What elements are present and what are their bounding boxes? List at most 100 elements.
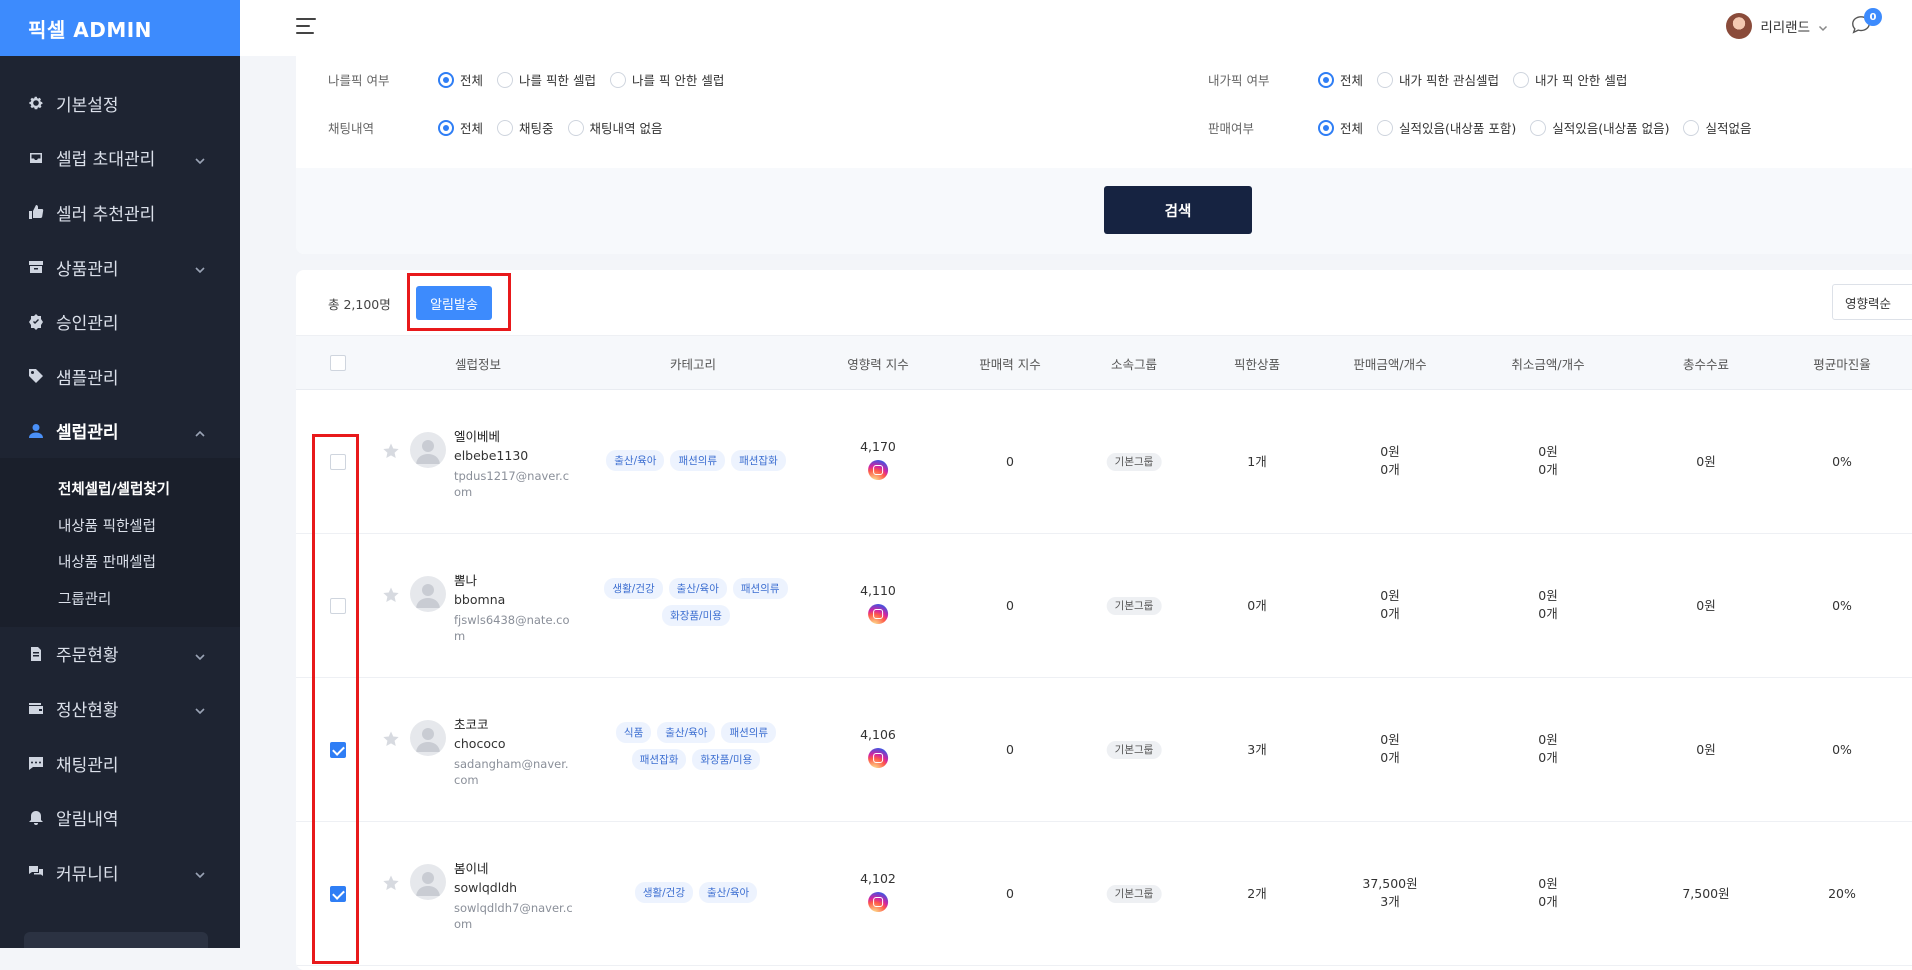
filter-label: 나를픽 여부 xyxy=(328,73,390,88)
avatar xyxy=(410,864,446,900)
filter-panel: 나를픽 여부 전체 나를 픽한 셀럽 나를 픽 안한 셀럽 내가픽 여부 전체 … xyxy=(296,56,1912,254)
chevron-down-icon xyxy=(194,152,206,165)
celeb-id: elbebe1130 xyxy=(454,448,529,463)
sales-index: 0 xyxy=(1006,886,1014,901)
row-checkbox[interactable] xyxy=(330,454,346,470)
filter-label: 판매여부 xyxy=(1208,121,1255,136)
sales-amount: 0원 0개 xyxy=(1380,588,1400,621)
column-header: 평균마진율 xyxy=(1813,357,1871,372)
sidebar-item-basic-settings[interactable]: 기본설정 xyxy=(0,76,240,131)
column-header: 판매력 지수 xyxy=(979,357,1041,372)
radio-option[interactable]: 내가 픽한 관심셀럽 xyxy=(1377,70,1499,89)
celeb-name[interactable]: 초코코 xyxy=(454,714,489,733)
radio-option[interactable]: 내가 픽 안한 셀럽 xyxy=(1512,70,1627,89)
radio-option[interactable]: 채팅중 xyxy=(497,118,554,137)
sales-amount: 0원 0개 xyxy=(1380,444,1400,477)
inbox-icon xyxy=(28,150,44,166)
row-checkbox[interactable] xyxy=(330,886,346,902)
sidebar-item-samples[interactable]: 샘플관리 xyxy=(0,349,240,404)
sidebar-item-settlement[interactable]: 정산현황 xyxy=(0,681,240,736)
filter-sales-status: 판매여부 전체 실적있음(내상품 포함) 실적있음(내상품 없음) 실적없음 xyxy=(1208,118,1766,137)
user-menu[interactable]: 리리랜드 xyxy=(1726,13,1828,39)
select-all-checkbox[interactable] xyxy=(330,355,346,371)
row-checkbox[interactable] xyxy=(330,742,346,758)
table-body: 엘이베베 elbebe1130 tpdus1217@naver.com 출산/육… xyxy=(296,390,1912,970)
group-badge: 기본그룹 xyxy=(1106,453,1162,471)
instagram-icon[interactable] xyxy=(867,604,888,624)
column-header: 카테고리 xyxy=(669,357,717,372)
column-header: 소속그룹 xyxy=(1110,357,1158,372)
sidebar-item-approval[interactable]: 승인관리 xyxy=(0,294,240,349)
celeb-name[interactable]: 봄이네 xyxy=(454,858,489,877)
chevron-down-icon xyxy=(1818,21,1828,32)
search-button[interactable]: 검색 xyxy=(1104,186,1252,234)
category-tag: 출산/육아 xyxy=(699,882,758,903)
sidebar-item-label: 알림내역 xyxy=(56,810,119,831)
influence-index: 4,102 xyxy=(860,870,896,912)
chevron-down-icon xyxy=(194,702,206,715)
star-icon[interactable] xyxy=(382,874,400,892)
radio-option[interactable]: 나를 픽한 셀럽 xyxy=(497,70,596,89)
radio-option[interactable]: 실적있음(내상품 포함) xyxy=(1377,118,1516,137)
subnav-all-celebs[interactable]: 전체셀럽/셀럽찾기 xyxy=(0,470,240,507)
sidebar-item-celeb-invite[interactable]: 셀럽 초대관리 xyxy=(0,131,240,186)
sidebar-item-community[interactable]: 커뮤니티 xyxy=(0,845,240,900)
radio-option[interactable]: 실적있음(내상품 없음) xyxy=(1530,118,1669,137)
subnav-selling-celebs[interactable]: 내상품 판매셀럽 xyxy=(0,543,240,580)
subnav-groups[interactable]: 그룹관리 xyxy=(0,580,240,617)
sidebar-item-products[interactable]: 상품관리 xyxy=(0,240,240,295)
sales-index: 0 xyxy=(1006,742,1014,757)
radio-option[interactable]: 전체 xyxy=(1318,70,1363,89)
celeb-name[interactable]: 엘이베베 xyxy=(454,426,500,445)
sidebar-item-seller-recommend[interactable]: 셀러 추천관리 xyxy=(0,185,240,240)
sidebar-item-chat[interactable]: 채팅관리 xyxy=(0,736,240,791)
avg-margin: 0% xyxy=(1832,598,1852,613)
column-header: 영향력 지수 xyxy=(847,357,909,372)
sort-select[interactable]: 영향력순 xyxy=(1832,284,1912,320)
sidebar-item-label: 샘플관리 xyxy=(56,368,119,389)
wallet-icon xyxy=(28,700,44,716)
star-icon[interactable] xyxy=(382,730,400,748)
star-icon[interactable] xyxy=(382,442,400,460)
radio-option[interactable]: 전체 xyxy=(438,118,483,137)
sidebar-item-label: 정산현황 xyxy=(56,700,119,721)
instagram-icon[interactable] xyxy=(867,460,888,480)
table-header: 셀럽정보 카테고리 영향력 지수 판매력 지수 소속그룹 픽한상품 판매금액/개… xyxy=(296,336,1912,390)
gear-icon xyxy=(28,95,44,111)
sidebar-bottom-panel xyxy=(24,932,208,948)
radio-option[interactable]: 전체 xyxy=(1318,118,1363,137)
chevron-down-icon xyxy=(194,866,206,879)
message-icon[interactable]: 0 xyxy=(1850,8,1882,38)
group-cell: 기본그룹 xyxy=(1106,884,1162,903)
radio-option[interactable]: 실적없음 xyxy=(1683,118,1752,137)
row-checkbox[interactable] xyxy=(330,598,346,614)
avg-margin: 0% xyxy=(1832,742,1852,757)
sidebar-item-notifications[interactable]: 알림내역 xyxy=(0,790,240,845)
subnav-picked-celebs[interactable]: 내상품 픽한셀럽 xyxy=(0,507,240,544)
menu-toggle-icon[interactable] xyxy=(296,18,318,36)
celeb-name[interactable]: 뽐나 xyxy=(454,570,477,589)
category-tag: 패션의류 xyxy=(670,450,726,471)
total-fee: 7,500원 xyxy=(1682,886,1730,901)
brand-logo[interactable]: 픽셀 ADMIN xyxy=(0,0,240,56)
cancel-amount: 0원 0개 xyxy=(1538,588,1558,621)
instagram-icon[interactable] xyxy=(867,892,888,912)
table-row: 초코코 chococo sadangham@naver.com 식품 출산/육아 패… xyxy=(296,678,1912,822)
celeb-list-panel: 총 2,100명 알림발송 영향력순 셀럽정보 카테고리 영향력 지수 판매력 … xyxy=(296,270,1912,970)
radio-option[interactable]: 채팅내역 없음 xyxy=(567,118,663,137)
radio-option[interactable]: 전체 xyxy=(438,70,483,89)
radio-option[interactable]: 나를 픽 안한 셀럽 xyxy=(609,70,724,89)
filter-picked-by-me: 내가픽 여부 전체 내가 픽한 관심셀럽 내가 픽 안한 셀럽 xyxy=(1208,70,1641,89)
sidebar: 픽셀 ADMIN 기본설정 셀럽 초대관리 셀러 추천관리 상품관리 승인관리 … xyxy=(0,0,240,948)
sidebar-item-celeb-manage[interactable]: 셀럽관리 xyxy=(0,404,240,459)
star-icon[interactable] xyxy=(382,586,400,604)
sidebar-item-orders[interactable]: 주문현황 xyxy=(0,627,240,682)
instagram-icon[interactable] xyxy=(867,748,888,768)
chevron-down-icon xyxy=(194,648,206,660)
thumbs-up-icon xyxy=(28,204,44,220)
send-notification-button[interactable]: 알림발송 xyxy=(416,286,492,320)
avatar xyxy=(410,576,446,612)
category-tag: 패션잡화 xyxy=(631,749,687,770)
category-tag: 생활/건강 xyxy=(604,578,663,599)
total-count: 총 2,100명 xyxy=(328,297,391,312)
